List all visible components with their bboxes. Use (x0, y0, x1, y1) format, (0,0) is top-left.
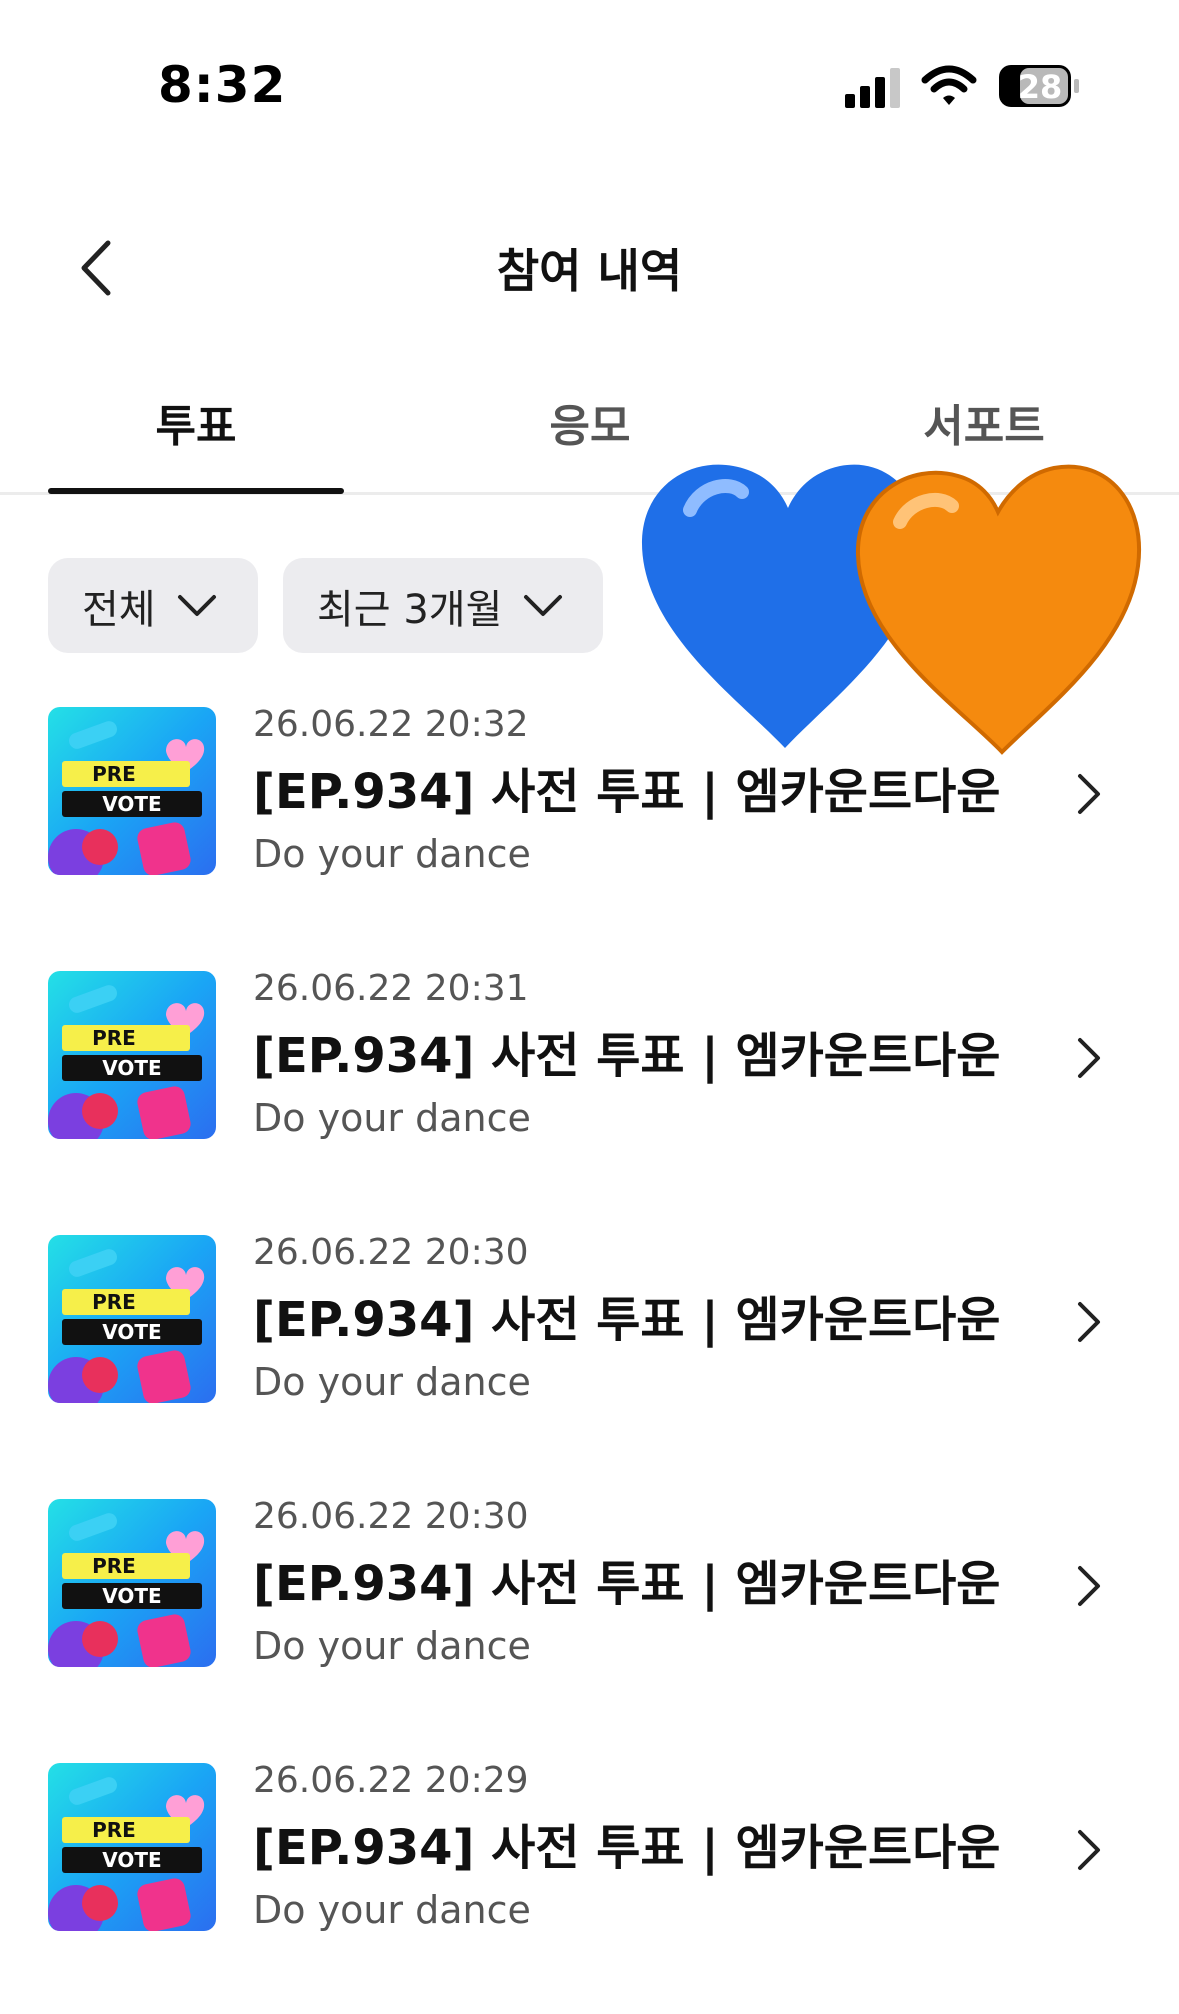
pre-vote-thumbnail: PRE VOTE (48, 971, 216, 1139)
thumb-text-pre: PRE (92, 1026, 136, 1050)
thumb-text-pre: PRE (92, 1818, 136, 1842)
filter-type-label: 전체 (82, 586, 156, 633)
list-item[interactable]: PRE VOTE 26.06.22 20:30 [EP.934] 사전 투표 |… (0, 1482, 1179, 1682)
filter-period-dropdown[interactable]: 최근 3개월 (283, 558, 603, 653)
thumb-text-pre: PRE (92, 762, 136, 786)
thumbnail-art: PRE VOTE (48, 1777, 205, 1931)
tab-vote[interactable]: 투표 (48, 390, 344, 490)
thumbnail-art: PRE VOTE (48, 721, 205, 875)
header: 참여 내역 (0, 205, 1179, 315)
item-date: 26.06.22 20:29 (253, 1760, 529, 1801)
page-title: 참여 내역 (496, 244, 683, 298)
pre-vote-thumbnail: PRE VOTE (48, 1763, 216, 1931)
chevron-right-icon (1078, 1038, 1100, 1078)
item-title: [EP.934] 사전 투표 | 엠카운트다운 (253, 764, 1001, 820)
item-subtitle: Do your dance (253, 1360, 531, 1404)
item-date: 26.06.22 20:30 (253, 1496, 529, 1537)
item-title: [EP.934] 사전 투표 | 엠카운트다운 (253, 1292, 1001, 1348)
chevron-down-icon (524, 594, 563, 616)
item-title: [EP.934] 사전 투표 | 엠카운트다운 (253, 1820, 1001, 1876)
status-time: 8:32 (158, 56, 287, 114)
hearts-sticker (641, 464, 1142, 755)
list-item[interactable]: PRE VOTE 26.06.22 20:31 [EP.934] 사전 투표 |… (0, 954, 1179, 1154)
item-title: [EP.934] 사전 투표 | 엠카운트다운 (253, 1028, 1001, 1084)
pre-vote-thumbnail: PRE VOTE (48, 1235, 216, 1403)
battery-level: 28 (1017, 68, 1063, 106)
thumb-text-vote: VOTE (102, 1584, 161, 1608)
filter-period-label: 최근 3개월 (317, 586, 503, 633)
thumbnail-art: PRE VOTE (48, 1249, 205, 1403)
item-title: [EP.934] 사전 투표 | 엠카운트다운 (253, 1556, 1001, 1612)
thumb-text-vote: VOTE (102, 1320, 161, 1344)
chevron-right-icon (1078, 1830, 1100, 1870)
active-tab-indicator (48, 488, 344, 494)
pre-vote-thumbnail: PRE VOTE (48, 1499, 216, 1667)
thumb-text-vote: VOTE (102, 792, 161, 816)
item-subtitle: Do your dance (253, 1096, 531, 1140)
list-item[interactable]: PRE VOTE 26.06.22 20:30 [EP.934] 사전 투표 |… (0, 1218, 1179, 1418)
thumbnail-art: PRE VOTE (48, 1513, 205, 1667)
chevron-right-icon (1078, 1302, 1100, 1342)
chevron-down-icon (177, 594, 216, 616)
item-date: 26.06.22 20:32 (253, 704, 529, 745)
status-bar: 8:32 28 (0, 0, 1179, 150)
thumb-text-vote: VOTE (102, 1056, 161, 1080)
chevron-right-icon (1078, 1566, 1100, 1606)
pre-vote-thumbnail: PRE VOTE (48, 707, 216, 875)
signal-icon (845, 68, 900, 108)
chevron-right-icon (1078, 774, 1100, 814)
thumb-text-vote: VOTE (102, 1848, 161, 1872)
thumb-text-pre: PRE (92, 1554, 136, 1578)
thumbnail-art: PRE VOTE (48, 985, 205, 1139)
item-date: 26.06.22 20:31 (253, 968, 529, 1009)
filter-type-dropdown[interactable]: 전체 (48, 558, 258, 653)
orange-heart-icon (855, 464, 1142, 755)
item-subtitle: Do your dance (253, 1624, 531, 1668)
item-subtitle: Do your dance (253, 1888, 531, 1932)
item-subtitle: Do your dance (253, 832, 531, 876)
list-item[interactable]: PRE VOTE 26.06.22 20:29 [EP.934] 사전 투표 |… (0, 1746, 1179, 1946)
item-date: 26.06.22 20:30 (253, 1232, 529, 1273)
thumb-text-pre: PRE (92, 1290, 136, 1314)
wifi-icon (921, 65, 977, 105)
